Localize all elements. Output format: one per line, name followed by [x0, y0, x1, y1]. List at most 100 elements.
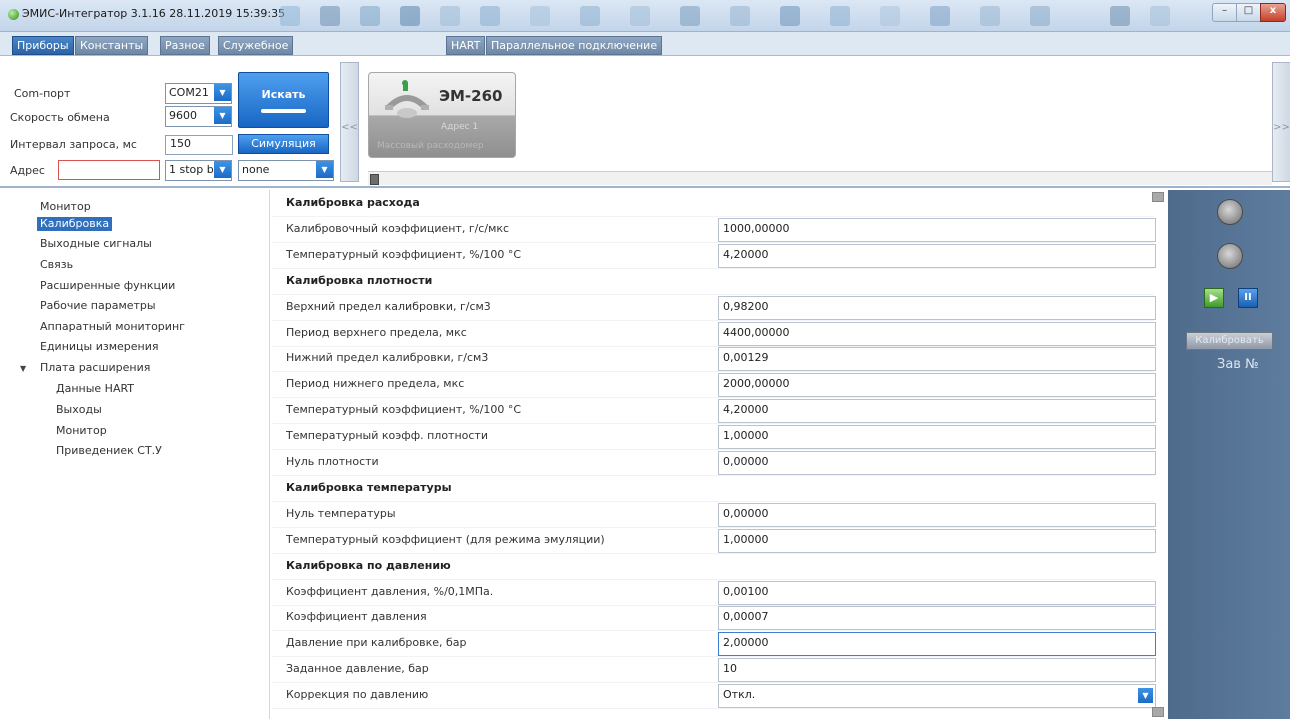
field-value: 0,00129: [723, 351, 769, 365]
control-panel: [1168, 190, 1290, 719]
value-input[interactable]: 4,20000: [718, 243, 1156, 268]
baud-rate-value: 9600: [169, 109, 197, 122]
scroll-right-button[interactable]: >>: [1272, 62, 1290, 182]
search-button-label: Искать: [261, 88, 306, 101]
maximize-icon: □: [1243, 5, 1254, 16]
nav-item-calibration[interactable]: Калибровка: [37, 217, 113, 231]
blurred-icon: [730, 6, 750, 26]
maximize-button[interactable]: □: [1236, 3, 1261, 22]
tab-parallel-connection[interactable]: Параллельное подключение: [486, 36, 663, 55]
tab-hart[interactable]: HART: [446, 36, 486, 55]
field-value: 10: [723, 662, 737, 676]
field-label: Заданное давление, бар: [286, 662, 429, 676]
nav-item-connection[interactable]: Связь: [40, 258, 73, 272]
form-row: Коэффициент давления 0,00007: [272, 604, 1156, 632]
field-value: 2,00000: [723, 636, 769, 650]
value-input[interactable]: 1000,00000: [718, 217, 1156, 242]
field-label: Калибровочный коэффициент, г/с/мкс: [286, 221, 510, 235]
calibrate-button[interactable]: Калибровать: [1186, 332, 1273, 350]
form-row: Температурный коэффициент, %/100 °C 4,200…: [272, 397, 1156, 425]
form-row: Температурный коэфф. плотности 1,00000: [272, 423, 1156, 451]
nav-item-hw-monitoring[interactable]: Аппаратный мониторинг: [40, 320, 185, 334]
nav-item-standard-conditions[interactable]: Приведениек СТ.У: [56, 444, 162, 458]
form-row: Температурный коэффициент (для режима эм…: [272, 527, 1156, 554]
scroll-up-button[interactable]: [1152, 192, 1164, 202]
field-label: Температурный коэффициент (для режима эм…: [286, 532, 605, 546]
scroll-down-button[interactable]: [1152, 707, 1164, 717]
form-row: Заданное давление, бар 10: [272, 656, 1156, 684]
value-input[interactable]: 0,00007: [718, 606, 1156, 631]
field-value: 4,20000: [723, 247, 769, 261]
nav-item-monitor[interactable]: Монитор: [40, 200, 91, 214]
value-input[interactable]: 0,00000: [718, 502, 1156, 527]
baud-rate-label: Скорость обмена: [10, 111, 110, 124]
value-input[interactable]: 0,00000: [718, 451, 1156, 475]
tab-service[interactable]: Служебное: [218, 36, 294, 55]
field-value: 1,00000: [723, 429, 769, 443]
form-row: Период верхнего предела, мкс 4400,00000: [272, 320, 1156, 347]
value-input[interactable]: 2,00000: [718, 632, 1156, 657]
value-input[interactable]: 0,00129: [718, 347, 1156, 372]
blurred-icon: [320, 6, 340, 26]
value-input[interactable]: 4400,00000: [718, 321, 1156, 346]
section-header-row: Калибровка температуры: [272, 475, 1154, 502]
nav-item-outputs[interactable]: Выходы: [56, 403, 102, 417]
tab-devices[interactable]: Приборы: [12, 36, 74, 55]
nav-item-units[interactable]: Единицы измерения: [40, 340, 159, 354]
blurred-icon: [530, 6, 550, 26]
status-led-icon: [1217, 243, 1243, 269]
close-button[interactable]: x: [1260, 3, 1286, 22]
blurred-icon: [1150, 6, 1170, 26]
field-value: 0,00000: [723, 455, 769, 468]
calibration-form: Калибровка расхода Калибровочный коэффици…: [272, 190, 1156, 719]
value-input[interactable]: 2000,00000: [718, 373, 1156, 398]
form-row: Нуль плотности 0,00000: [272, 449, 1156, 476]
field-label: Давление при калибровке, бар: [286, 636, 467, 650]
field-label: Период нижнего предела, мкс: [286, 377, 465, 391]
address-input[interactable]: [58, 160, 160, 180]
blurred-icon: [360, 6, 380, 26]
value-input[interactable]: 1,00000: [718, 528, 1156, 553]
nav-item-work-params[interactable]: Рабочие параметры: [40, 299, 156, 313]
device-card[interactable]: ЭМ-260 Адрес 1 Массовый расходомер: [368, 72, 516, 158]
com-port-value: COM21: [169, 86, 209, 99]
interval-input[interactable]: 150: [165, 135, 233, 155]
value-input[interactable]: 4,20000: [718, 399, 1156, 424]
stop-bits-value: 1 stop b: [169, 163, 214, 176]
blurred-toolbar-icons: [270, 0, 1210, 32]
minimize-icon: –: [1222, 5, 1227, 16]
form-row: Калибровочный коэффициент, г/с/мкс 1000,0…: [272, 216, 1156, 243]
scroll-thumb[interactable]: [370, 174, 379, 185]
value-input[interactable]: 0,00100: [718, 580, 1156, 605]
blurred-icon: [880, 6, 900, 26]
chevron-down-icon: ▼: [1138, 688, 1153, 704]
baud-rate-select[interactable]: 9600 ▼: [165, 106, 232, 127]
section-title: Калибровка температуры: [286, 480, 452, 494]
pause-button[interactable]: II: [1238, 288, 1258, 308]
value-input[interactable]: 0,98200: [718, 295, 1156, 320]
simulation-button[interactable]: Симуляция: [238, 134, 329, 154]
parity-select[interactable]: none ▼: [238, 160, 334, 181]
nav-item-extended-functions[interactable]: Расширенные функции: [40, 279, 175, 293]
search-button[interactable]: Искать: [238, 72, 329, 128]
expand-icon[interactable]: ▼: [20, 364, 26, 373]
nav-item-output-signals[interactable]: Выходные сигналы: [40, 237, 152, 251]
value-input[interactable]: 10: [718, 658, 1156, 683]
minimize-button[interactable]: –: [1212, 3, 1237, 22]
blurred-icon: [280, 6, 300, 26]
scroll-left-button[interactable]: <<: [340, 62, 359, 182]
nav-item-expansion-board[interactable]: Плата расширения: [40, 361, 150, 375]
device-list-scrollbar[interactable]: [368, 171, 1272, 185]
tab-constants[interactable]: Константы: [75, 36, 149, 55]
form-row: Нуль температуры 0,00000: [272, 501, 1156, 528]
nav-item-hart-data[interactable]: Данные HART: [56, 382, 134, 396]
blurred-icon: [630, 6, 650, 26]
tab-misc[interactable]: Разное: [160, 36, 210, 55]
play-button[interactable]: ▶: [1204, 288, 1224, 308]
device-address: Адрес 1: [441, 122, 479, 132]
stop-bits-select[interactable]: 1 stop b ▼: [165, 160, 232, 181]
value-input[interactable]: 1,00000: [718, 425, 1156, 450]
nav-item-sub-monitor[interactable]: Монитор: [56, 424, 107, 438]
com-port-select[interactable]: COM21 ▼: [165, 83, 232, 104]
pressure-correction-select[interactable]: Откл. ▼: [718, 684, 1156, 709]
